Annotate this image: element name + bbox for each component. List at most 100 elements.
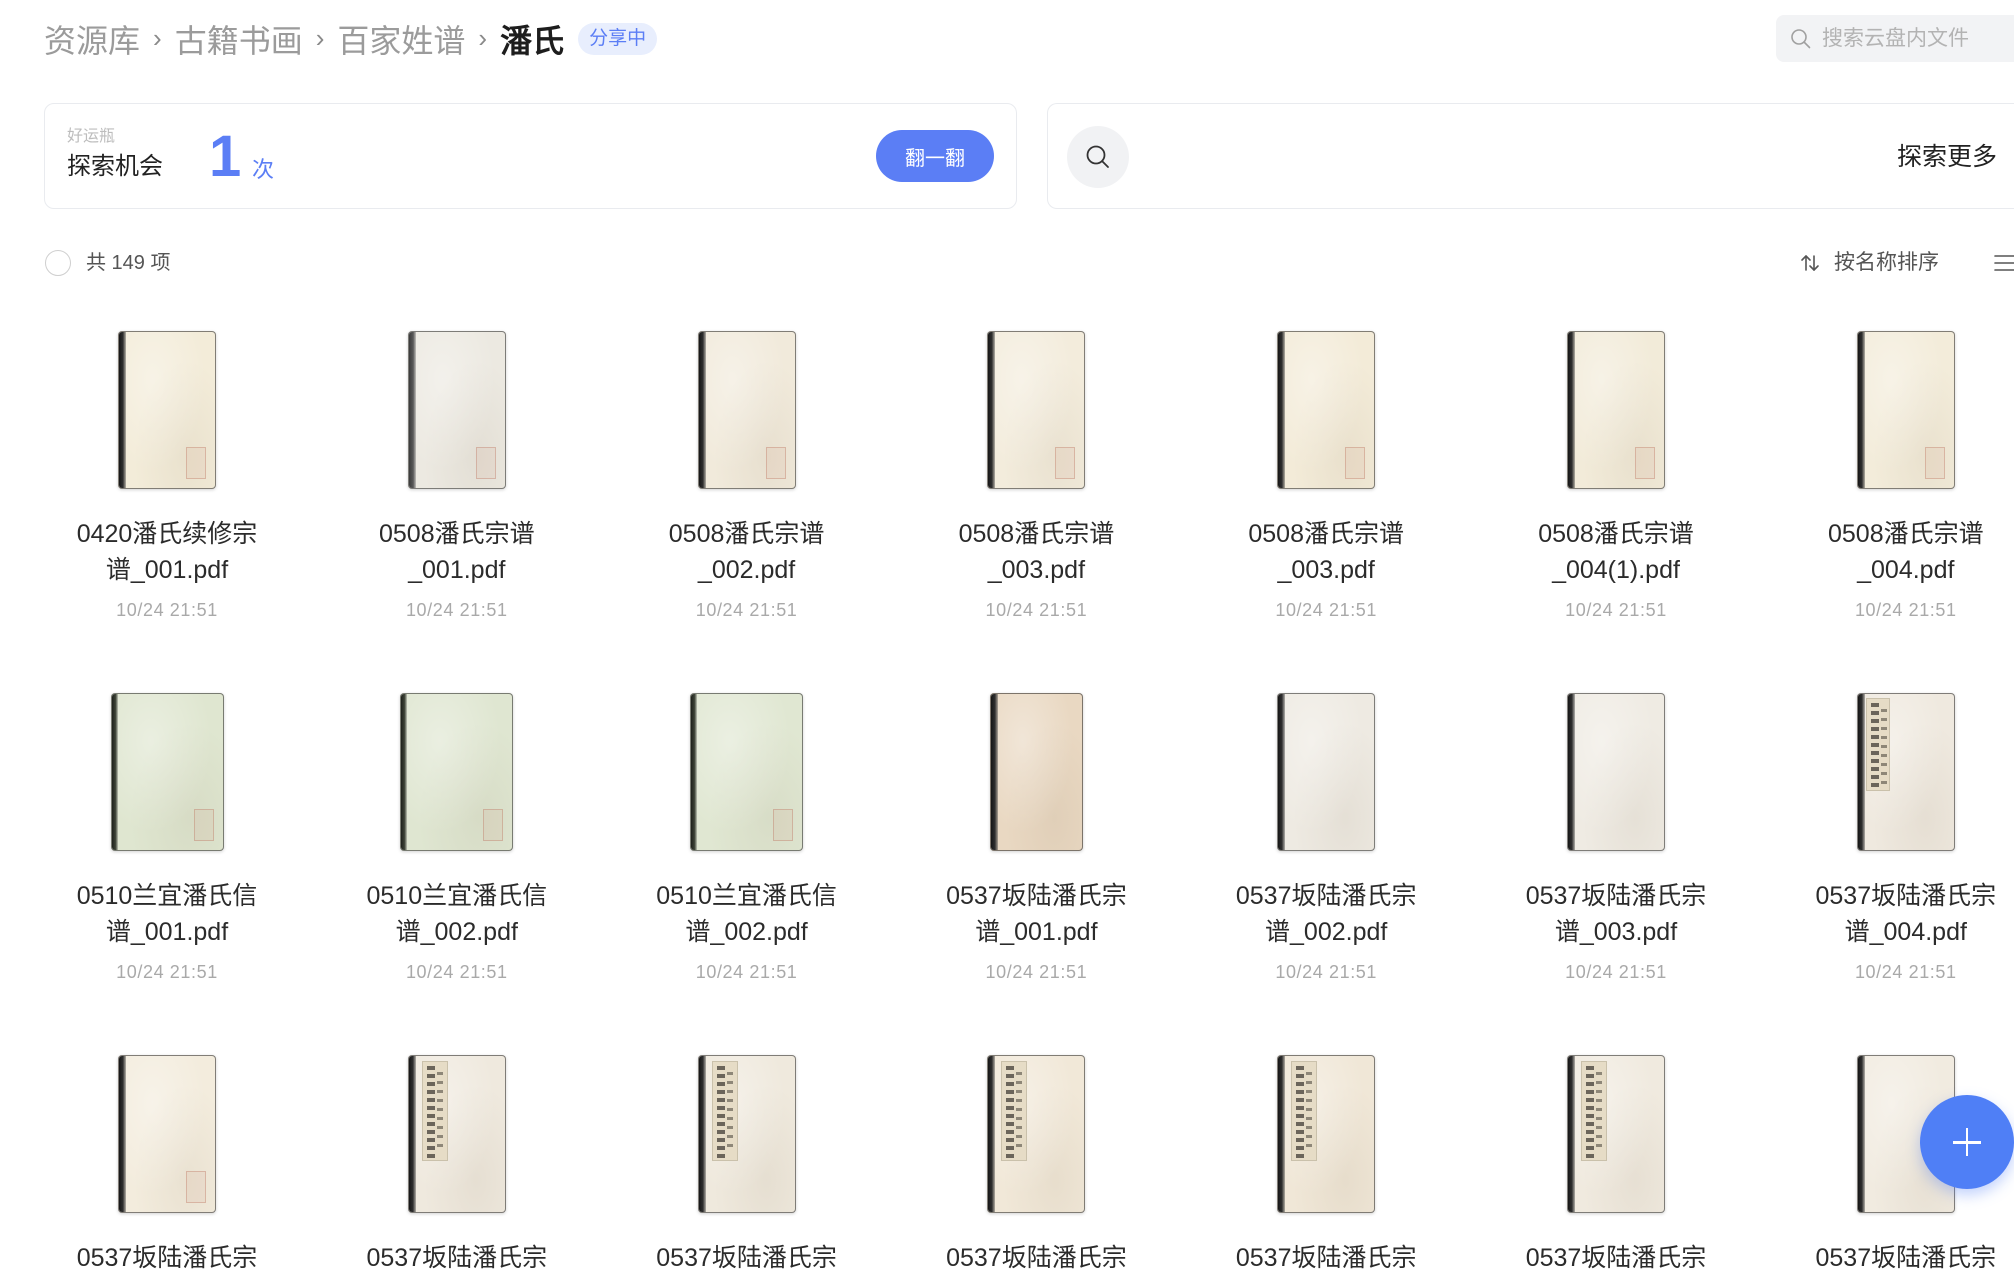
add-button[interactable]: [1920, 1095, 2014, 1189]
file-thumbnail: [987, 331, 1086, 489]
file-item[interactable]: 0537坂陆潘氏宗 谱_001.pdf 10/24 21:51: [931, 693, 1141, 984]
seal-mark: [1345, 447, 1366, 479]
file-thumbnail-frame: [62, 331, 272, 489]
file-item[interactable]: 0537坂陆潘氏宗 谱_004.pdf 10/24 21:51: [1801, 693, 2011, 984]
lucky-bottle-label: 好运瓶: [67, 128, 116, 145]
file-item[interactable]: 0537坂陆潘氏宗: [931, 1055, 1141, 1276]
file-name-line: 0508潘氏宗谱: [378, 520, 535, 548]
title-strip: [1001, 1061, 1028, 1161]
file-thumbnail: [1277, 693, 1376, 851]
seal-mark: [186, 1171, 206, 1203]
select-all-checkbox[interactable]: [45, 250, 71, 276]
sort-label: 按名称排序: [1834, 251, 1939, 274]
file-item[interactable]: 0510兰宜潘氏信 谱_002.pdf 10/24 21:51: [642, 693, 852, 984]
explore-chance-title: 探索机会: [67, 153, 163, 180]
file-meta: 0537坂陆潘氏宗 谱_002.pdf 10/24 21:51: [1221, 878, 1431, 984]
file-thumbnail-frame: [352, 331, 562, 489]
file-item[interactable]: 0508潘氏宗谱 _004(1).pdf 10/24 21:51: [1511, 331, 1721, 622]
file-item[interactable]: 0537坂陆潘氏宗: [62, 1055, 272, 1276]
item-count: 共 149 项: [86, 252, 171, 274]
file-thumbnail: [989, 693, 1083, 851]
file-name-line: 谱_001.pdf: [105, 556, 229, 584]
breadcrumb: 资源库 › 古籍书画 › 百家姓谱 › 潘氏 分享中: [44, 14, 658, 64]
file-thumbnail-frame: [1221, 1055, 1431, 1213]
breadcrumb-item-resource-library[interactable]: 资源库: [44, 16, 140, 62]
file-thumbnail-frame: [642, 693, 852, 851]
file-name-line: 0508潘氏宗谱: [1827, 520, 1984, 548]
sort-by-name-button[interactable]: 按名称排序: [1798, 249, 1939, 277]
file-meta: 0537坂陆潘氏宗 谱_003.pdf 10/24 21:51: [1511, 878, 1721, 984]
file-thumbnail: [987, 1055, 1086, 1213]
explore-card[interactable]: 探索更多: [1047, 103, 2014, 209]
file-name-line: 0508潘氏宗谱: [1538, 520, 1694, 548]
file-name-line: _002.pdf: [697, 556, 796, 584]
list-view-icon[interactable]: [1993, 252, 2014, 274]
file-item[interactable]: 0537坂陆潘氏宗: [1221, 1055, 1431, 1276]
search-input[interactable]: [1822, 26, 2002, 51]
file-name-line: 0537坂陆潘氏宗: [1525, 882, 1707, 910]
file-date: 10/24 21:51: [116, 600, 218, 620]
file-date: 10/24 21:51: [405, 600, 508, 620]
file-meta: 0537坂陆潘氏宗: [1221, 1240, 1431, 1276]
title-strip: [711, 1061, 738, 1161]
file-thumbnail: [690, 693, 804, 851]
breadcrumb-item-ancient-books[interactable]: 古籍书画: [175, 16, 303, 62]
file-name-line: _003.pdf: [1277, 556, 1375, 584]
file-name-line: 0537坂陆潘氏宗: [946, 882, 1127, 910]
file-item[interactable]: 0537坂陆潘氏宗 谱_002.pdf 10/24 21:51: [1221, 693, 1431, 984]
file-item[interactable]: 0420潘氏续修宗 谱_001.pdf 10/24 21:51: [62, 331, 272, 622]
chance-unit: 次: [252, 157, 275, 182]
file-date: 10/24 21:51: [1854, 962, 1957, 982]
file-meta: 0537坂陆潘氏宗 谱_001.pdf 10/24 21:51: [931, 878, 1141, 984]
explore-more-link[interactable]: 探索更多: [1897, 144, 1997, 170]
file-name-line: 0510兰宜潘氏信: [366, 882, 548, 910]
file-name-line: 谱_002.pdf: [685, 918, 808, 946]
file-meta: 0537坂陆潘氏宗 谱_004.pdf 10/24 21:51: [1801, 878, 2011, 984]
breadcrumb-separator: ›: [315, 22, 325, 53]
file-item[interactable]: 0537坂陆潘氏宗: [1511, 1055, 1721, 1276]
file-item[interactable]: 0508潘氏宗谱 _004.pdf 10/24 21:51: [1801, 331, 2011, 622]
file-meta: 0508潘氏宗谱 _003.pdf 10/24 21:51: [931, 516, 1141, 622]
file-name-line: 谱_001.pdf: [105, 918, 229, 946]
explore-search-button[interactable]: [1067, 126, 1129, 188]
file-meta: 0510兰宜潘氏信 谱_002.pdf 10/24 21:51: [642, 878, 852, 984]
file-name-line: 0537坂陆潘氏宗: [1235, 882, 1417, 910]
file-name-line: 0537坂陆潘氏宗: [76, 1244, 258, 1272]
file-item[interactable]: 0508潘氏宗谱 _003.pdf 10/24 21:51: [931, 331, 1141, 622]
file-name-line: 0537坂陆潘氏宗: [366, 1244, 548, 1272]
file-thumbnail: [110, 693, 224, 851]
file-meta: 0420潘氏续修宗 谱_001.pdf 10/24 21:51: [62, 516, 272, 622]
file-name-line: 谱_002.pdf: [395, 918, 518, 946]
file-item[interactable]: 0508潘氏宗谱 _001.pdf 10/24 21:51: [352, 331, 562, 622]
seal-mark: [1924, 447, 1945, 479]
title-strip: [1291, 1061, 1318, 1161]
file-thumbnail-frame: [931, 693, 1141, 851]
file-thumbnail-frame: [1511, 693, 1721, 851]
file-thumbnail-frame: [1221, 693, 1431, 851]
search-icon: [1789, 27, 1813, 51]
file-item[interactable]: 0510兰宜潘氏信 谱_002.pdf 10/24 21:51: [352, 693, 562, 984]
seal-mark: [475, 447, 496, 479]
file-name-line: 0508潘氏宗谱: [668, 520, 825, 548]
file-name-line: 0508潘氏宗谱: [1248, 520, 1404, 548]
file-item[interactable]: 0510兰宜潘氏信 谱_001.pdf 10/24 21:51: [62, 693, 272, 984]
flip-button[interactable]: 翻一翻: [876, 130, 994, 182]
file-thumbnail-frame: [1221, 331, 1431, 489]
file-item[interactable]: 0508潘氏宗谱 _003.pdf 10/24 21:51: [1221, 331, 1431, 622]
file-date: 10/24 21:51: [985, 962, 1088, 982]
file-name-line: 0537坂陆潘氏宗: [1525, 1244, 1707, 1272]
search-box[interactable]: [1776, 15, 2014, 62]
seal-mark: [483, 809, 504, 841]
file-item[interactable]: 0537坂陆潘氏宗: [352, 1055, 562, 1276]
file-date: 10/24 21:51: [116, 962, 218, 982]
title-strip: [1581, 1061, 1607, 1161]
file-name-line: _004(1).pdf: [1552, 556, 1680, 584]
file-item[interactable]: 0537坂陆潘氏宗: [642, 1055, 852, 1276]
file-item[interactable]: 0508潘氏宗谱 _002.pdf 10/24 21:51: [642, 331, 852, 622]
file-name-line: 谱_004.pdf: [1844, 918, 1967, 946]
file-meta: 0537坂陆潘氏宗: [931, 1240, 1141, 1276]
file-item[interactable]: 0537坂陆潘氏宗 谱_003.pdf 10/24 21:51: [1511, 693, 1721, 984]
breadcrumb-item-surname-genealogy[interactable]: 百家姓谱: [337, 16, 465, 62]
file-name-line: 0510兰宜潘氏信: [76, 882, 258, 910]
file-thumbnail-frame: [352, 693, 562, 851]
